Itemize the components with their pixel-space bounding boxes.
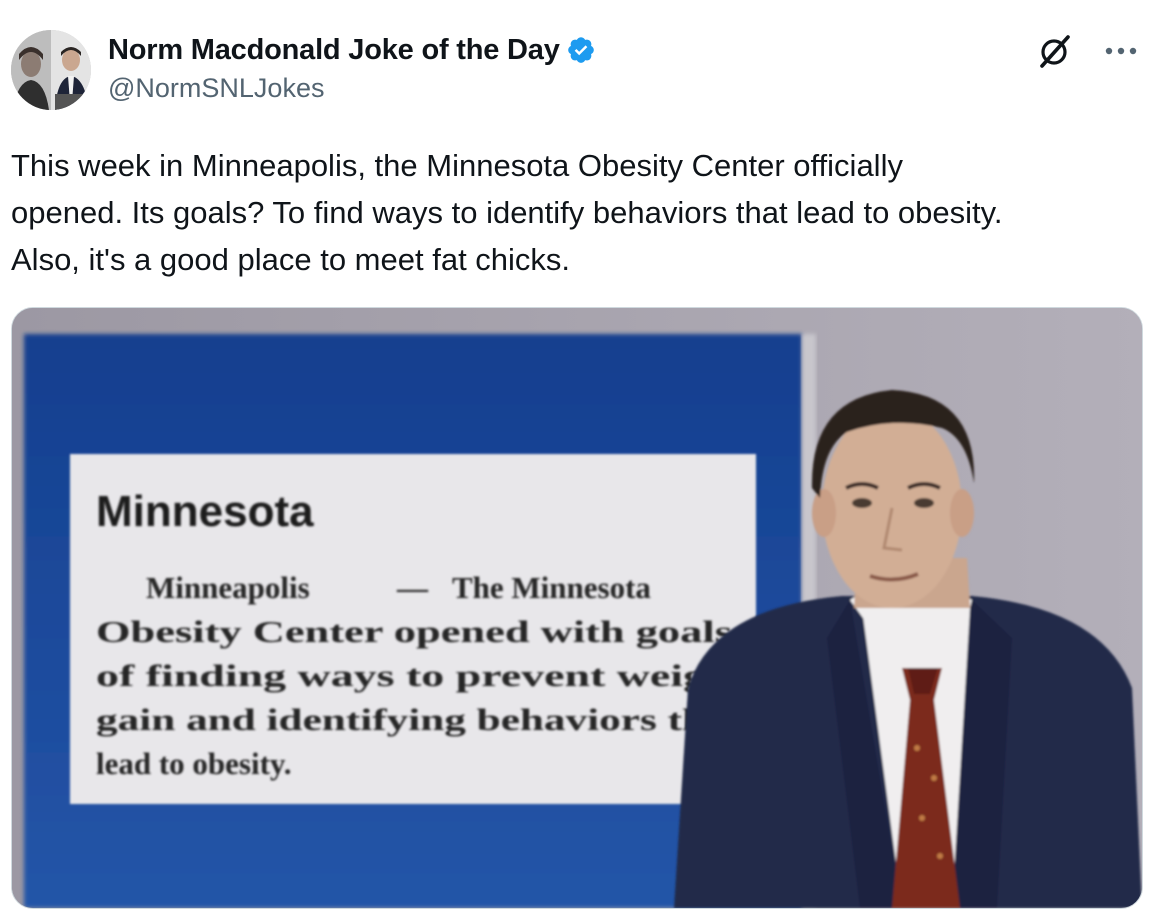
clipping-line5: lead to obesity.: [96, 746, 291, 781]
media-image: Minnesota Minneapolis — The Minnesota Ob…: [12, 308, 1142, 908]
tweet-card: Norm Macdonald Joke of the Day @NormSNLJ…: [0, 0, 1150, 909]
display-name[interactable]: Norm Macdonald Joke of the Day: [108, 34, 560, 67]
avatar[interactable]: [11, 30, 91, 110]
verified-badge-icon[interactable]: [566, 35, 596, 65]
grok-icon[interactable]: [1037, 33, 1073, 69]
author-name-row[interactable]: Norm Macdonald Joke of the Day: [108, 30, 596, 70]
tweet-text: This week in Minneapolis, the Minnesota …: [11, 148, 1003, 277]
avatar-photo: [11, 30, 91, 110]
clipping-line4: gain and identifying behaviors th: [96, 702, 706, 737]
clipping-line3: of finding ways to prevent weig: [96, 658, 707, 693]
author-handle[interactable]: @NormSNLJokes: [108, 73, 324, 104]
clipping-dash: —: [396, 570, 429, 605]
newspaper-clipping: Minnesota Minneapolis — The Minnesota Ob…: [70, 454, 756, 804]
clipping-line1: The Minnesota: [452, 570, 651, 605]
clipping-dateline: Minneapolis: [146, 570, 310, 605]
clipping-heading: Minnesota: [96, 487, 314, 536]
clipping-line2: Obesity Center opened with goals: [96, 614, 732, 649]
tweet-media[interactable]: Minnesota Minneapolis — The Minnesota Ob…: [11, 307, 1143, 909]
more-options-icon[interactable]: [1100, 36, 1142, 66]
